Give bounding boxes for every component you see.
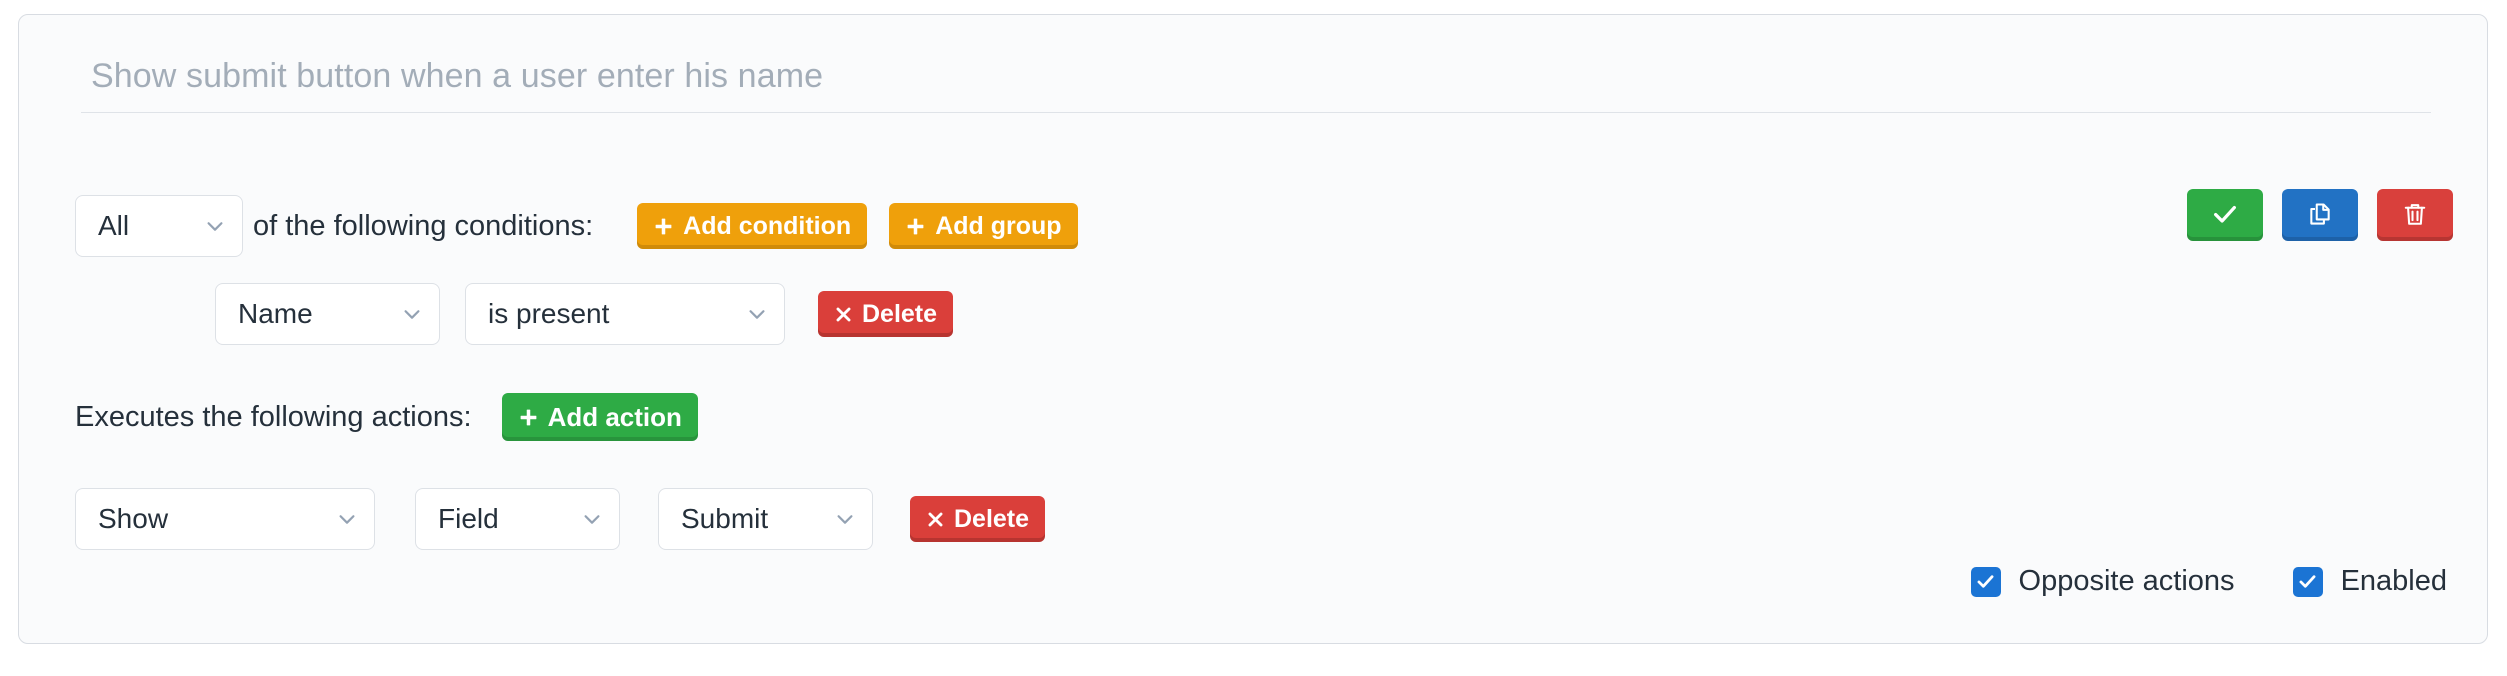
rule-title-input[interactable] [81,53,2431,113]
actions-toolbar: Executes the following actions: Add acti… [75,393,698,441]
chevron-down-icon [336,508,358,530]
action-target-value: Field [438,503,499,534]
checkbox-checked-icon[interactable] [2292,566,2323,597]
chevron-down-icon [581,508,603,530]
rule-title-row [81,53,2431,113]
enabled-option[interactable]: Enabled [2292,565,2447,598]
chevron-down-icon [834,508,856,530]
trash-icon [2402,201,2428,230]
action-item-select[interactable]: Submit [658,488,873,550]
delete-condition-button[interactable]: Delete [818,291,954,337]
condition-field-select[interactable]: Name [215,283,440,345]
condition-row: Name is present Delete [215,283,954,345]
action-target-select[interactable]: Field [415,488,620,550]
add-condition-label: Add condition [683,211,852,240]
actions-heading: Executes the following actions: [75,400,472,433]
delete-condition-label: Delete [862,299,938,328]
rule-card: All of the following conditions: Add con… [18,14,2488,644]
chevron-down-icon [204,215,226,237]
rule-options: Opposite actions Enabled [1970,565,2447,598]
plus-icon [905,216,926,237]
add-group-button[interactable]: Add group [889,203,1078,249]
action-verb-select[interactable]: Show [75,488,375,550]
add-group-label: Add group [935,211,1062,240]
save-rule-button[interactable] [2187,189,2263,241]
delete-action-label: Delete [954,504,1030,533]
opposite-actions-label: Opposite actions [2018,565,2235,597]
add-condition-button[interactable]: Add condition [637,203,868,249]
times-icon [834,305,853,324]
times-icon [926,510,945,529]
chevron-down-icon [401,303,423,325]
match-type-value: All [98,210,130,241]
match-type-select[interactable]: All [75,195,243,257]
opposite-actions-option[interactable]: Opposite actions [1970,565,2235,598]
checkbox-checked-icon[interactable] [1970,566,2001,597]
condition-operator-value: is present [488,298,610,329]
add-action-label: Add action [547,401,682,432]
copy-icon [2307,201,2333,230]
add-action-button[interactable]: Add action [501,393,698,441]
plus-icon [653,216,674,237]
condition-operator-select[interactable]: is present [465,283,785,345]
action-verb-value: Show [98,503,169,534]
action-item-value: Submit [681,503,769,534]
chevron-down-icon [746,303,768,325]
rule-tools [2187,189,2453,241]
duplicate-rule-button[interactable] [2282,189,2358,241]
action-row: Show Field Submit Delete [75,488,1046,550]
conditions-toolbar: All of the following conditions: Add con… [75,195,1078,257]
plus-icon [518,407,539,428]
delete-action-button[interactable]: Delete [910,496,1046,542]
check-icon [2211,200,2239,231]
match-type-description: of the following conditions: [253,209,594,242]
condition-field-value: Name [238,298,313,329]
delete-rule-button[interactable] [2377,189,2453,241]
enabled-label: Enabled [2340,565,2447,597]
